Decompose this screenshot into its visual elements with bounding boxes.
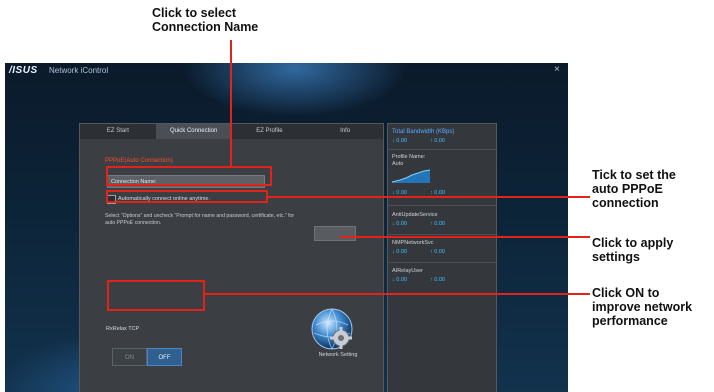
- tab-ez-profile[interactable]: EZ Profile: [232, 124, 308, 139]
- total-bandwidth-values: ↓ 0.00 ↑ 0.00: [392, 138, 492, 145]
- service-block-2: NMPNetworkSvc ↓ 0.00 ↑ 0.00: [392, 240, 492, 256]
- brand-logo: /ISUS: [9, 65, 38, 76]
- app-title: Network iControl: [49, 66, 109, 75]
- service-name: AIRelayUser: [392, 268, 423, 274]
- close-icon[interactable]: ×: [554, 64, 560, 75]
- service-upload: ↑ 0.00: [430, 249, 445, 255]
- toggle-off-button[interactable]: OFF: [147, 348, 182, 366]
- annotation-line-connection-name: [230, 40, 232, 167]
- divider: [388, 234, 496, 235]
- title-bar: /ISUS Network iControl ×: [5, 63, 568, 79]
- divider: [388, 262, 496, 263]
- network-setting-icon[interactable]: [308, 305, 360, 357]
- network-setting-label[interactable]: Network Setting: [303, 352, 373, 358]
- service-upload: ↑ 0.00: [430, 277, 445, 283]
- profile-value: Auto: [392, 161, 404, 167]
- pppoe-section-heading: PPPoE(Auto Connection): [105, 158, 173, 164]
- callout-apply-settings: Click to apply settings: [592, 236, 674, 264]
- annotation-line-toggle: [205, 293, 590, 295]
- annotation-line-apply: [340, 236, 590, 238]
- service-download: ↓ 0.00: [392, 249, 407, 255]
- download-value: ↓ 0.00: [392, 138, 407, 144]
- rxrelax-toggle: ON OFF: [112, 348, 182, 366]
- tab-quick-connection[interactable]: Quick Connection: [155, 124, 232, 139]
- divider: [388, 205, 496, 206]
- network-icontrol-window: /ISUS Network iControl × EZ Start Quick …: [5, 63, 568, 392]
- auto-connect-label: Automatically connect online anytime.: [118, 196, 211, 202]
- bandwidth-panel: Total Bandwidth (KBps) ↓ 0.00 ↑ 0.00 Prof…: [387, 123, 497, 392]
- tab-info[interactable]: Info: [307, 124, 383, 139]
- connection-name-field[interactable]: Connection Name:: [107, 175, 265, 188]
- divider: [388, 149, 496, 150]
- callout-auto-pppoe: Tick to set the auto PPPoE connection: [592, 168, 676, 210]
- service-download: ↓ 0.00: [392, 277, 407, 283]
- service-name: NMPNetworkSvc: [392, 240, 434, 246]
- pppoe-info-text: Select “Options” and uncheck “Prompt for…: [105, 213, 295, 226]
- total-bandwidth-title: Total Bandwidth (KBps): [392, 129, 455, 135]
- auto-connect-checkbox[interactable]: [107, 195, 116, 204]
- service-block-1: AntiUpdateService ↓ 0.00 ↑ 0.00: [392, 212, 492, 228]
- service-name: AntiUpdateService: [392, 212, 438, 218]
- service-block-3: AIRelayUser ↓ 0.00 ↑ 0.00: [392, 268, 492, 284]
- total-bandwidth: Total Bandwidth (KBps) ↓ 0.00 ↑ 0.00: [392, 129, 492, 145]
- toggle-on-button[interactable]: ON: [112, 348, 147, 366]
- upload-value: ↑ 0.00: [430, 138, 445, 144]
- rxrelax-label: RxRelax TCP: [106, 326, 140, 332]
- bandwidth-graph: [392, 169, 430, 183]
- callout-connection-name: Click to select Connection Name: [152, 6, 259, 34]
- apply-button[interactable]: [314, 226, 356, 241]
- service-download: ↓ 0.00: [392, 221, 407, 227]
- service-upload: ↑ 0.00: [430, 221, 445, 227]
- annotation-line-auto-pppoe: [268, 196, 590, 198]
- callout-on-network: Click ON to improve network performance: [592, 286, 693, 328]
- tab-ez-start[interactable]: EZ Start: [80, 124, 156, 139]
- profile-block: Profile Name: Auto: [392, 154, 492, 168]
- profile-label: Profile Name:: [392, 154, 426, 160]
